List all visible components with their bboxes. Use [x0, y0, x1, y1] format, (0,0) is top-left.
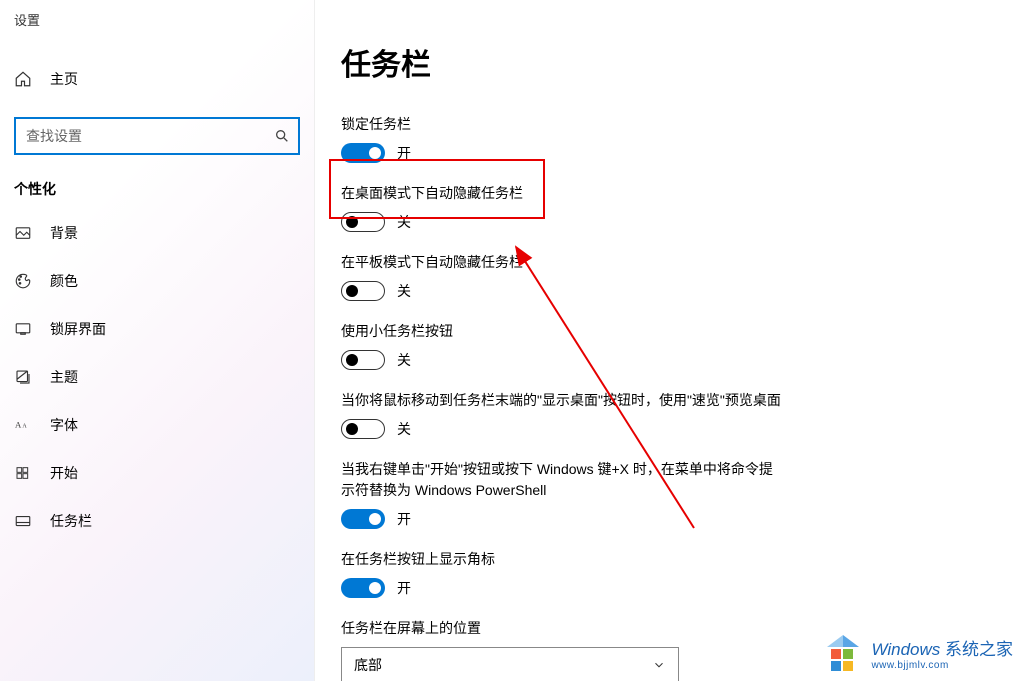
sidebar-item-background[interactable]: 背景 [14, 209, 300, 257]
toggle-badges[interactable] [341, 578, 385, 598]
lockscreen-icon [14, 320, 32, 338]
page-title: 任务栏 [341, 40, 1021, 84]
sidebar-item-label: 背景 [50, 223, 78, 243]
sidebar-item-fonts[interactable]: A A 字体 [14, 401, 300, 449]
content-area: 任务栏 锁定任务栏 开 在桌面模式下自动隐藏任务栏 关 在平板模式下自动隐藏任务… [315, 0, 1021, 681]
search-box[interactable] [14, 117, 300, 155]
annotation-highlight-box [329, 159, 545, 219]
sidebar-item-label: 主题 [50, 367, 78, 387]
svg-text:A: A [22, 424, 27, 430]
sidebar: 设置 主页 个性化 [0, 0, 315, 681]
palette-icon [14, 272, 32, 290]
taskbar-icon [14, 512, 32, 530]
toggle-powershell[interactable] [341, 509, 385, 529]
sidebar-item-label: 任务栏 [50, 511, 92, 531]
toggle-autohide-tablet[interactable] [341, 281, 385, 301]
home-label: 主页 [50, 69, 78, 89]
sidebar-item-label: 字体 [50, 415, 78, 435]
sidebar-item-label: 颜色 [50, 271, 78, 291]
watermark: Windows 系统之家 www.bjjmlv.com [823, 633, 1013, 673]
sidebar-nav: 背景 颜色 [14, 209, 300, 545]
sidebar-item-taskbar[interactable]: 任务栏 [14, 497, 300, 545]
theme-icon [14, 368, 32, 386]
chevron-down-icon [652, 658, 666, 672]
setting-lock-taskbar: 锁定任务栏 开 [341, 114, 1021, 163]
image-icon [14, 224, 32, 242]
sidebar-item-lockscreen[interactable]: 锁屏界面 [14, 305, 300, 353]
sidebar-item-label: 锁屏界面 [50, 319, 106, 339]
setting-badges: 在任务栏按钮上显示角标 开 [341, 549, 1021, 598]
window-title: 设置 [0, 0, 314, 29]
start-icon [14, 464, 32, 482]
category-label: 个性化 [14, 179, 300, 199]
watermark-brand: Windows 系统之家 [871, 640, 1013, 659]
toggle-peek[interactable] [341, 419, 385, 439]
setting-peek: 当你将鼠标移动到任务栏末端的"显示桌面"按钮时，使用"速览"预览桌面 关 [341, 390, 1021, 439]
toggle-small-buttons[interactable] [341, 350, 385, 370]
font-icon: A A [14, 416, 32, 434]
sidebar-item-label: 开始 [50, 463, 78, 483]
watermark-url: www.bjjmlv.com [871, 660, 1013, 671]
dropdown-taskbar-location[interactable]: 底部 [341, 647, 679, 681]
search-input[interactable] [24, 127, 274, 145]
watermark-logo-icon [823, 633, 863, 673]
setting-powershell: 当我右键单击"开始"按钮或按下 Windows 键+X 时，在菜单中将命令提示符… [341, 459, 1021, 529]
sidebar-item-start[interactable]: 开始 [14, 449, 300, 497]
home-nav[interactable]: 主页 [14, 59, 300, 99]
setting-autohide-tablet: 在平板模式下自动隐藏任务栏 关 [341, 252, 1021, 301]
svg-text:A: A [15, 420, 22, 430]
search-icon [274, 128, 290, 144]
sidebar-item-themes[interactable]: 主题 [14, 353, 300, 401]
setting-small-buttons: 使用小任务栏按钮 关 [341, 321, 1021, 370]
home-icon [14, 70, 32, 88]
dropdown-value: 底部 [354, 655, 382, 675]
sidebar-item-colors[interactable]: 颜色 [14, 257, 300, 305]
